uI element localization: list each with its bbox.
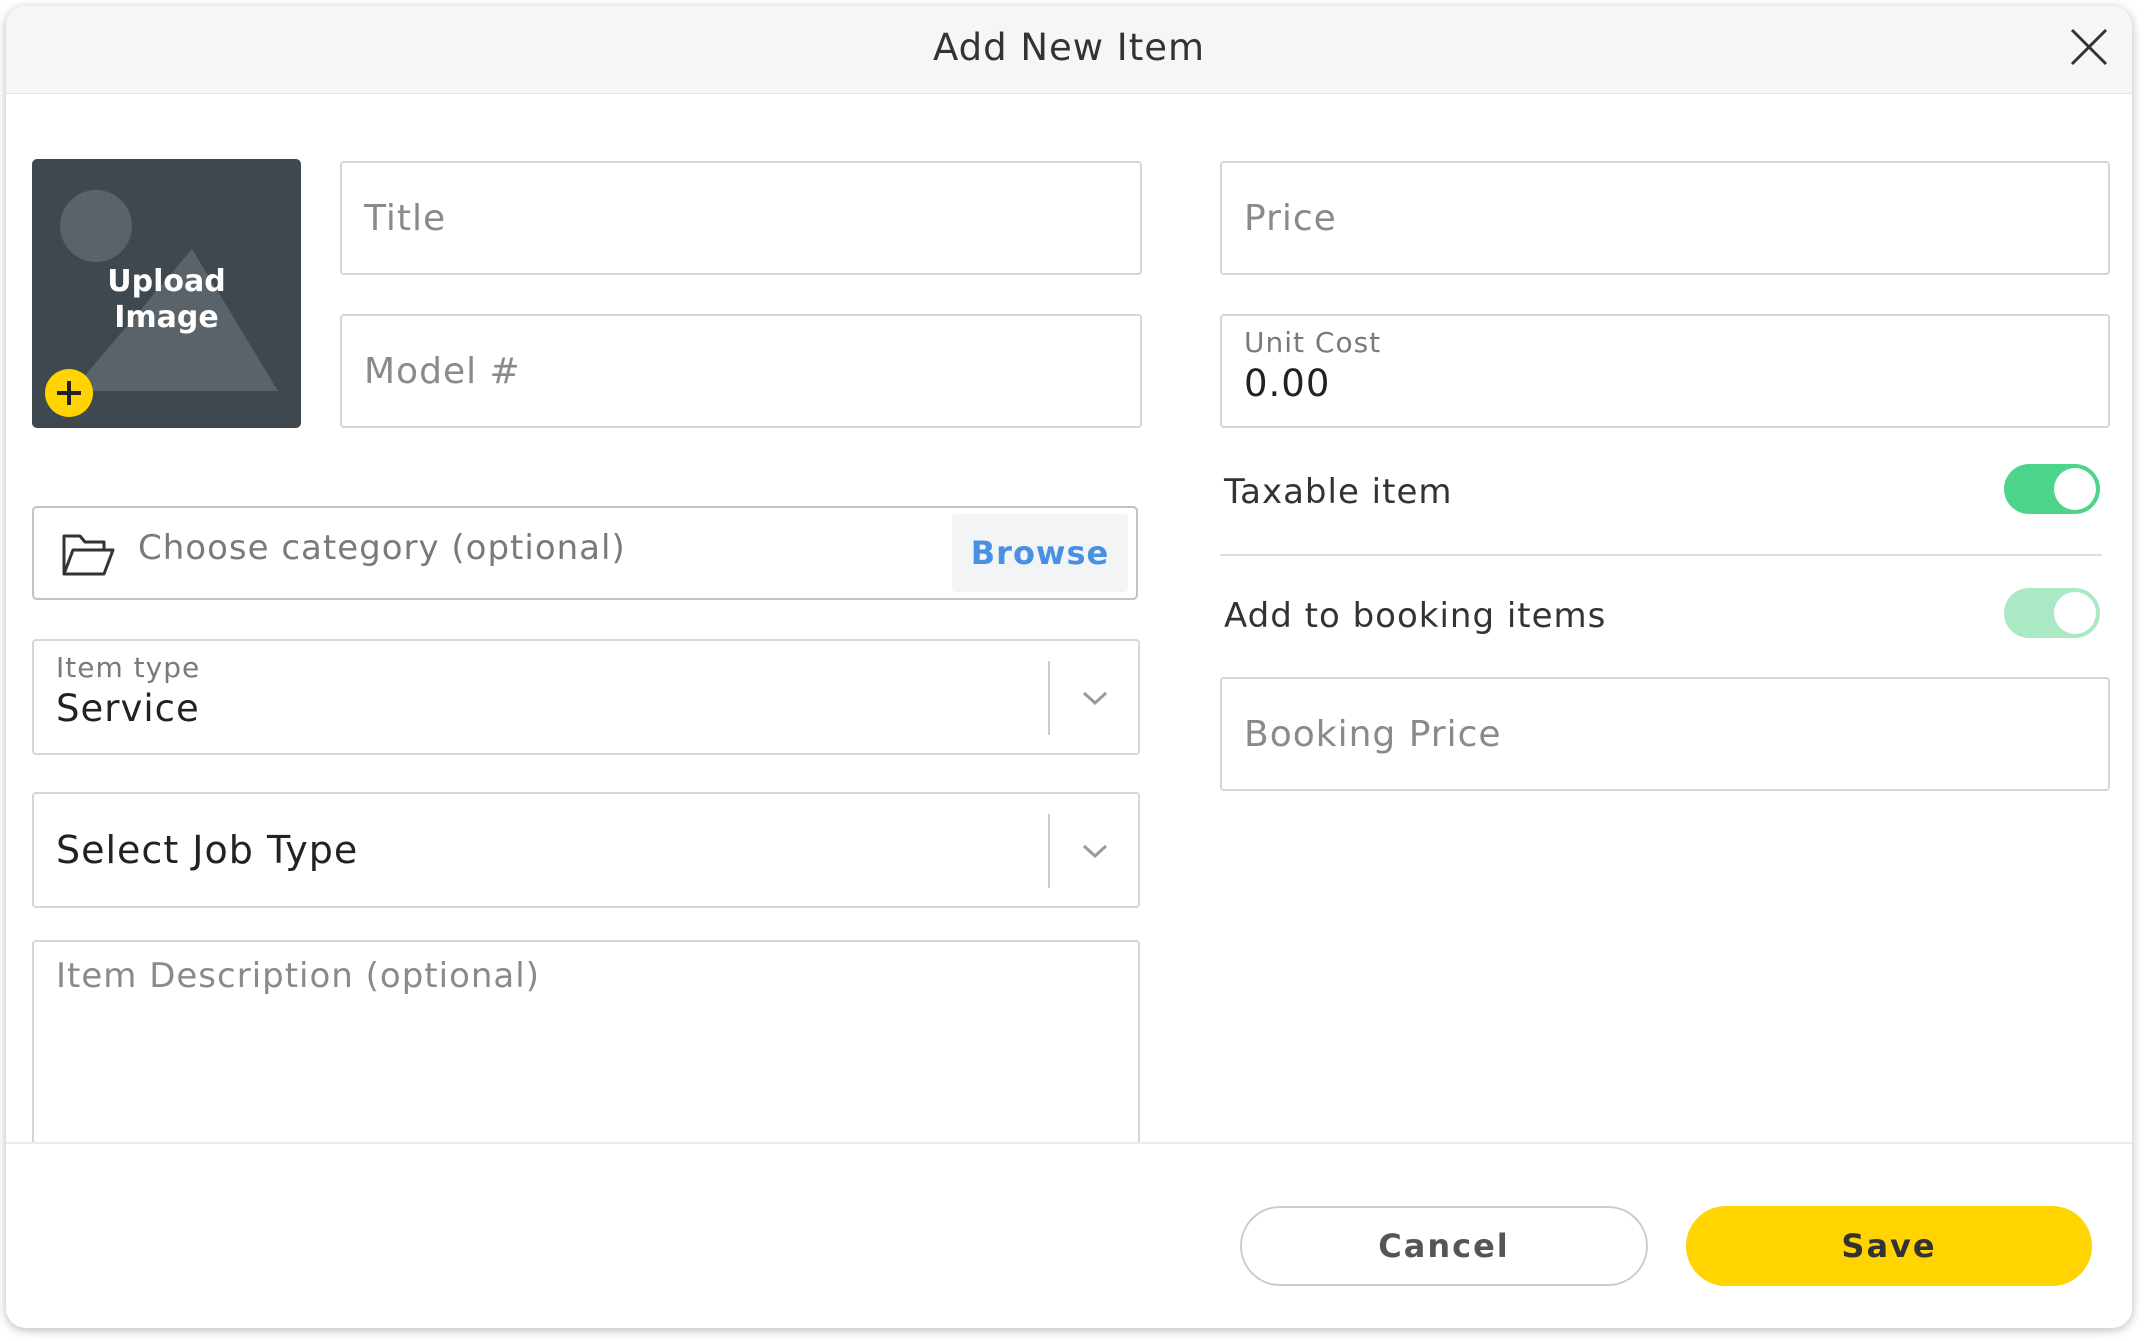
dialog-header: Add New Item [6, 6, 2132, 94]
dialog-title: Add New Item [932, 26, 1206, 69]
section-divider [1220, 554, 2102, 556]
title-input[interactable] [342, 163, 1140, 273]
price-input[interactable] [1222, 163, 2108, 273]
booking-items-toggle[interactable] [2004, 588, 2100, 638]
cancel-button[interactable]: Cancel [1240, 1206, 1648, 1286]
unit-cost-label: Unit Cost [1244, 326, 1382, 359]
booking-items-label: Add to booking items [1224, 596, 1607, 636]
browse-button[interactable]: Browse [952, 514, 1128, 592]
add-item-dialog: Add New Item Upload Image Title Model # … [6, 6, 2132, 1328]
dialog-footer: Cancel Save [6, 1142, 2132, 1328]
select-separator [1048, 814, 1050, 888]
item-type-label: Item type [56, 651, 201, 684]
save-button[interactable]: Save [1686, 1206, 2092, 1286]
upload-image-button[interactable]: Upload Image [32, 159, 301, 428]
unit-cost-value: 0.00 [1244, 362, 1331, 405]
toggle-knob [2054, 592, 2096, 634]
booking-items-row: Add to booking items [1220, 586, 2100, 646]
taxable-item-label: Taxable item [1224, 472, 1453, 512]
title-field [340, 161, 1142, 275]
toggle-knob [2054, 468, 2096, 510]
job-type-select[interactable]: Select Job Type [32, 792, 1140, 908]
upload-image-label: Upload Image [107, 264, 226, 335]
category-chooser[interactable]: Choose category (optional) Browse [32, 506, 1138, 600]
description-textarea[interactable] [34, 942, 1138, 1144]
item-type-value: Service [56, 687, 200, 730]
unit-cost-field[interactable]: Unit Cost 0.00 [1220, 314, 2110, 428]
taxable-item-toggle[interactable] [2004, 464, 2100, 514]
price-field [1220, 161, 2110, 275]
folder-open-icon [62, 534, 115, 576]
plus-icon [45, 369, 93, 417]
item-type-select[interactable]: Item type Service [32, 639, 1140, 755]
dialog-body: Upload Image Choose category (optional) [6, 94, 2132, 1144]
description-field [32, 940, 1140, 1144]
booking-price-input[interactable] [1222, 679, 2108, 789]
chevron-down-icon [1082, 691, 1108, 706]
taxable-item-row: Taxable item [1220, 462, 2100, 522]
close-button[interactable] [2064, 22, 2114, 72]
chevron-down-icon [1082, 844, 1108, 859]
model-number-input[interactable] [342, 316, 1140, 426]
close-icon [2070, 28, 2108, 66]
booking-price-field [1220, 677, 2110, 791]
select-separator [1048, 661, 1050, 735]
model-field [340, 314, 1142, 428]
category-placeholder: Choose category (optional) [138, 528, 626, 568]
job-type-value: Select Job Type [56, 828, 359, 872]
